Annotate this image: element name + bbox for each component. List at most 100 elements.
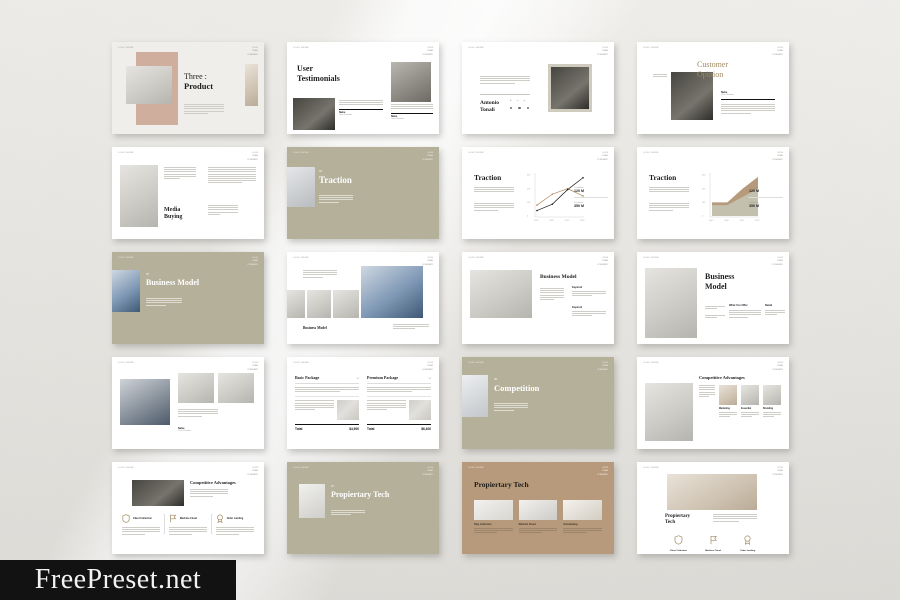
person-name-line2: Tonali (480, 106, 495, 113)
flag-icon (170, 514, 177, 523)
advantage-card-1[interactable]: Marketing (719, 385, 737, 418)
feature-2[interactable]: Machine Cloud (165, 514, 211, 535)
slide-user-testimonials[interactable]: LOGO HERE 01.05 YEAR COMPANY User Testim… (287, 42, 439, 134)
slide-business-model-split[interactable]: LOGO HERE 01.05 YEAR COMPANY Business Mo… (637, 252, 789, 344)
slide-page-meta: 01.05 YEAR COMPANY (247, 467, 258, 476)
total-label-premium: Total (367, 427, 375, 432)
slide-title-line1: Three : (184, 72, 207, 81)
social-dots[interactable] (510, 107, 530, 110)
slide-header-label: LOGO HERE (643, 47, 659, 49)
tech-card-row: Step Collection Machine Cloud Outstandin… (474, 500, 603, 534)
slide-customer-opinion[interactable]: LOGO HERE 01.05 YEAR COMPANY Customer Op… (637, 42, 789, 134)
slide-title-line2: Model (705, 281, 727, 291)
slide-title-line1: Media (164, 207, 181, 213)
body-copy (146, 298, 182, 306)
slide-header-label: LOGO HERE (118, 257, 134, 259)
slide-antonio-tonali[interactable]: LOGO HERE 01.05 YEAR COMPANY Antonio Ton… (462, 42, 614, 134)
slide-pricing-packages[interactable]: LOGO HERE 01.05 YEAR COMPANY Basic Packa… (287, 357, 439, 449)
slide-page-meta: 01.05 YEAR COMPANY (422, 152, 433, 161)
instagram-icon[interactable] (526, 107, 530, 110)
tech-card-2[interactable]: Machine Cloud (518, 500, 558, 534)
slide-traction-cover[interactable]: LOGO HERE 01.05 YEAR COMPANY 04 Traction (287, 147, 439, 239)
gallery-photo-2 (307, 290, 331, 318)
slide-business-model-detail[interactable]: LOGO HERE 01.05 YEAR COMPANY Business Mo… (462, 252, 614, 344)
divider (721, 99, 775, 100)
svg-text:2022: 2022 (580, 220, 585, 222)
tech-feature-3[interactable]: Order Landing (730, 532, 765, 552)
advantage-photo-3 (763, 385, 781, 405)
slide-propiertary-tech-cards[interactable]: LOGO HERE 01.05 YEAR COMPANY Propiertary… (462, 462, 614, 554)
feature-label-3: Order Landing (226, 517, 244, 520)
tech-feature-2[interactable]: Machine Cloud (696, 532, 731, 552)
slide-traction-area-chart[interactable]: LOGO HERE 01.05 YEAR COMPANY Traction 45… (637, 147, 789, 239)
svg-text:149: 149 (527, 202, 531, 204)
slide-page-meta: 01.05 YEAR COMPANY (422, 257, 433, 266)
feature-1[interactable]: Client Collection (122, 514, 164, 535)
chart-footnote (649, 203, 689, 211)
keyword-head-2: Keyword (572, 306, 583, 309)
gallery-photo-1 (287, 290, 305, 318)
slide-page-meta: 01.05 YEAR COMPANY (422, 47, 433, 56)
slide-competitive-advantages-a[interactable]: LOGO HERE 01.05 YEAR COMPANY Competitive… (637, 357, 789, 449)
package-card-premium[interactable]: Premium Package 02 Total $6,400 (367, 375, 431, 431)
icon-row: Client Collection Machine Cloud Order La… (661, 532, 765, 552)
tech-photo-1 (474, 500, 513, 520)
body-copy (480, 76, 530, 84)
slide-page-meta: 01.05 YEAR COMPANY (772, 362, 783, 371)
hero-photo (667, 474, 757, 510)
social-label-fb[interactable]: fb (510, 100, 512, 102)
total-value-premium: $6,400 (421, 427, 431, 432)
slide-header-label: LOGO HERE (293, 467, 309, 469)
keyword-copy-2 (572, 311, 606, 317)
room-photo (126, 66, 172, 104)
slide-media-buying[interactable]: LOGO HERE 01.05 YEAR COMPANY Media Buyin… (112, 147, 264, 239)
advantage-cards: Marketing Essential Branding (719, 385, 781, 418)
feature-3[interactable]: Order Landing (212, 514, 254, 535)
advantage-label-2: Essential (741, 408, 752, 410)
twitter-icon[interactable] (518, 107, 521, 110)
advantage-card-2[interactable]: Essential (741, 385, 759, 418)
slide-traction-line-chart[interactable]: LOGO HERE 01.05 YEAR COMPANY Traction 45… (462, 147, 614, 239)
feature-photo (361, 266, 423, 318)
advantage-card-3[interactable]: Branding (763, 385, 781, 418)
tech-card-1[interactable]: Step Collection (474, 500, 513, 534)
body-copy (331, 510, 365, 516)
room-photo (120, 165, 158, 227)
svg-text:2022: 2022 (755, 220, 760, 222)
package-photo-premium (409, 400, 431, 421)
slide-page-meta: 01.05 YEAR COMPANY (597, 362, 608, 371)
divider (480, 94, 530, 95)
chart-footnote (474, 203, 514, 211)
slide-three-product[interactable]: LOGO HERE 01.05 YEAR COMPANY Three : Pro… (112, 42, 264, 134)
facebook-icon[interactable] (510, 107, 513, 110)
package-card-basic[interactable]: Basic Package 01 Total $4,900 (295, 375, 359, 431)
watermark-text: FreePreset.net (34, 564, 202, 595)
social-label-tw[interactable]: tw (517, 100, 519, 102)
slide-title-line1: User (297, 64, 313, 73)
slide-page-meta: 01.05 YEAR COMPANY (597, 467, 608, 476)
package-copy-basic (295, 386, 359, 392)
advantage-copy-3 (763, 412, 781, 418)
feature-copy-1 (122, 527, 161, 535)
slide-propiertary-tech-cover[interactable]: LOGO HERE 01.05 YEAR COMPANY 07 Propiert… (287, 462, 439, 554)
slide-header-label: LOGO HERE (643, 467, 659, 469)
portrait-photo (551, 67, 589, 109)
svg-text:297: 297 (527, 189, 531, 191)
tech-photo-3 (563, 500, 603, 520)
slide-propiertary-tech-icons[interactable]: LOGO HERE 01.05 YEAR COMPANY Propiertary… (637, 462, 789, 554)
slide-header-label: LOGO HERE (468, 257, 484, 259)
tech-card-3[interactable]: Outstanding (563, 500, 603, 534)
slide-business-model-cover[interactable]: LOGO HERE 01.05 YEAR COMPANY 05 Business… (112, 252, 264, 344)
slide-competition-cover[interactable]: LOGO HERE 01.05 YEAR COMPANY 06 Competit… (462, 357, 614, 449)
social-icon-row[interactable]: fb tw ig (510, 100, 525, 102)
slide-product-showcase[interactable]: LOGO HERE 01.05 YEAR COMPANY Name Your P… (112, 357, 264, 449)
social-label-ig[interactable]: ig (524, 100, 526, 102)
slide-competitive-advantages-b[interactable]: LOGO HERE 01.05 YEAR COMPANY Competitive… (112, 462, 264, 554)
body-copy (319, 195, 353, 203)
body-copy (184, 104, 224, 114)
slide-title: Business Model (303, 326, 327, 330)
tech-feature-1[interactable]: Client Collection (661, 532, 696, 552)
package-badge-basic: 01 (356, 378, 359, 380)
slide-business-model-gallery[interactable]: LOGO HERE 01.05 YEAR COMPANY Business Mo… (287, 252, 439, 344)
column-head-2: Retail (765, 304, 773, 307)
